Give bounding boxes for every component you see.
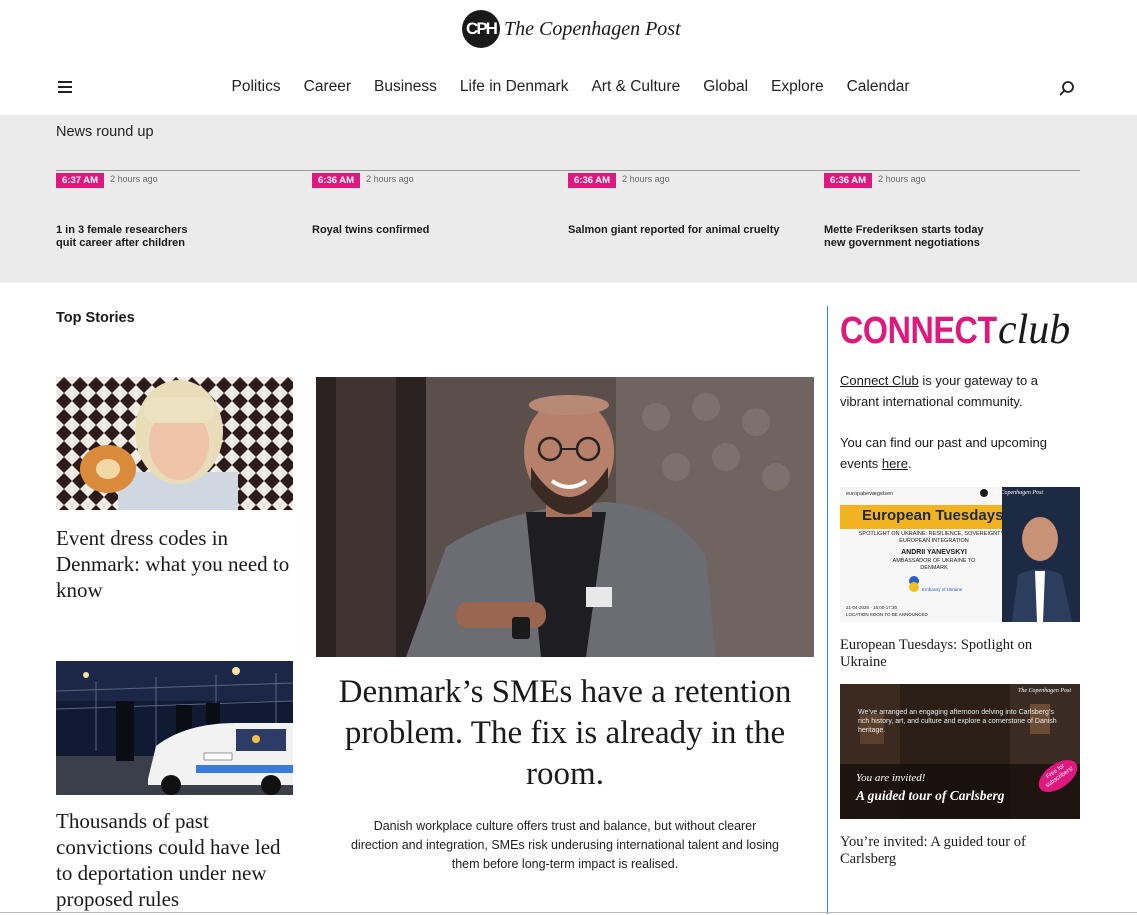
sidebar-divider [827,306,828,914]
promo-brand-right: The Copenhagen Post [990,490,1043,496]
story-image[interactable] [56,377,293,510]
roundup-item[interactable]: 6:36 AM 2 hours ago Salmon giant reported… [568,170,808,237]
search-icon[interactable] [1059,80,1075,96]
hero-title[interactable]: Denmark’s SMEs have a retention problem.… [316,672,814,795]
hero-summary: Danish workplace culture offers trust an… [350,819,780,871]
roundup-title: News round up [56,124,154,140]
nav-explore[interactable]: Explore [771,78,824,96]
story-photo [56,377,293,510]
nav-links: Politics Career Business Life in Denmark… [0,78,1137,96]
promo-speaker: ANDRII YANEVSKYI [901,549,967,556]
promo-blurb: We’ve arranged an engaging afternoon del… [858,709,1057,734]
promo-where: LOCATION SOON TO BE ANNOUNCED [846,612,928,617]
roundup-item[interactable]: 6:36 AM 2 hours ago Mette Frederiksen sta… [824,170,1064,250]
roundup-headline[interactable]: Mette Frederiksen starts today new gover… [824,224,994,250]
events-text: You can find our past and upcoming event… [840,432,1080,474]
time-badge: 6:36 AM [824,173,873,188]
promo-spotlight: SPOTLIGHT ON UKRAINE: RESILIENCE, SOVERE… [858,531,1010,544]
time-badge: 6:37 AM [56,173,105,188]
connect-intro: Connect Club is your gateway to a vibran… [840,370,1080,412]
promo-caption[interactable]: You’re invited: A guided tour of Carlsbe… [840,834,1080,868]
promo-embassy: Embassy of Ukraine [922,587,963,592]
promo-invite: You are invited! [856,772,926,784]
logo-mark: CPH [462,10,500,48]
promo-title: European Tuesdays [862,507,1004,524]
events-end: . [907,456,912,471]
promo-brand-left: europabevægelsen [846,491,894,497]
roundup-headline[interactable]: Royal twins confirmed [312,224,552,237]
main-nav: Politics Career Business Life in Denmark… [0,72,1137,106]
story-title[interactable]: Event dress codes in Denmark: what you n… [56,525,296,603]
connect-club-logo: CONNECT club [840,306,1070,354]
roundup-headline[interactable]: 1 in 3 female researchers quit career af… [56,224,191,250]
events-here-link[interactable]: here [882,456,908,471]
promo-brand: The Copenhagen Post [1018,688,1071,694]
nav-calendar[interactable]: Calendar [847,78,910,96]
time-ago: 2 hours ago [622,174,670,184]
story-title[interactable]: Thousands of past convictions could have… [56,808,296,912]
time-badge: 6:36 AM [312,173,361,188]
events-lead: You can find our past and upcoming event… [840,435,1047,471]
hero-image[interactable] [316,377,814,657]
nav-global[interactable]: Global [703,78,748,96]
roundup-item[interactable]: 6:37 AM 2 hours ago 1 in 3 female researc… [56,170,296,250]
story-photo [56,661,293,795]
connect-word: CONNECT [840,310,997,352]
promo-carlsberg-tour[interactable]: The Copenhagen Post We’ve arranged an en… [840,684,1080,819]
news-roundup: News round up 6:37 AM 2 hours ago 1 in 3 … [0,115,1137,283]
logo-wordmark: The Copenhagen Post [504,17,681,40]
story-image[interactable] [56,661,293,795]
time-ago: 2 hours ago [110,174,158,184]
promo-tour: A guided tour of Carlsberg [856,788,1005,803]
time-ago: 2 hours ago [878,174,926,184]
promo-when: 21-04-2026 · 16:00-17:30 [846,605,898,610]
site-logo[interactable]: CPH The Copenhagen Post [462,8,681,50]
club-word: club [998,307,1071,353]
hero-photo [316,377,814,657]
roundup-headline[interactable]: Salmon giant reported for animal cruelty [568,224,808,237]
promo-european-tuesdays[interactable]: europabevægelsen The Copenhagen Post Eur… [840,487,1080,622]
nav-career[interactable]: Career [304,78,351,96]
nav-life-in-denmark[interactable]: Life in Denmark [460,78,569,96]
connect-club-link[interactable]: Connect Club [840,373,919,388]
nav-art-culture[interactable]: Art & Culture [591,78,680,96]
promo-caption[interactable]: European Tuesdays: Spotlight on Ukraine [840,637,1080,671]
promo-role: AMBASSADOR OF UKRAINE TO DENMARK [892,558,976,571]
nav-politics[interactable]: Politics [232,78,281,96]
time-badge: 6:36 AM [568,173,617,188]
page-bottom-rule [0,912,1137,913]
nav-business[interactable]: Business [374,78,437,96]
section-heading: Top Stories [56,310,135,326]
roundup-item[interactable]: 6:36 AM 2 hours ago Royal twins confirmed [312,170,552,237]
time-ago: 2 hours ago [366,174,414,184]
